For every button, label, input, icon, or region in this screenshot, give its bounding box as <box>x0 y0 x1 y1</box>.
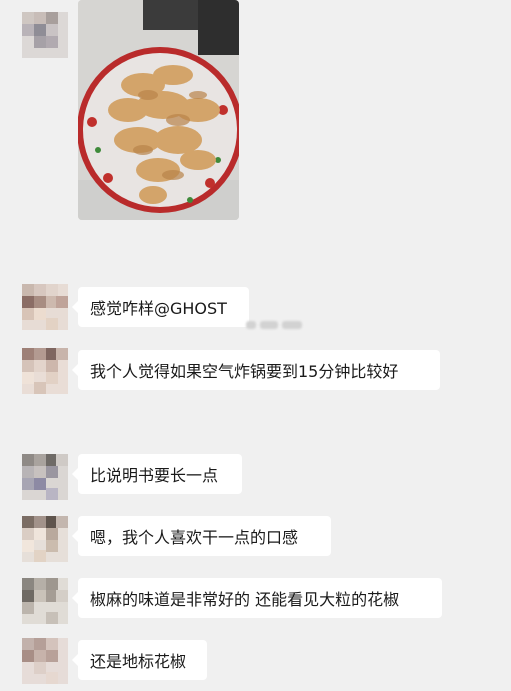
avatar[interactable] <box>22 454 68 500</box>
avatar[interactable] <box>22 638 68 684</box>
blurred-mention <box>246 319 302 331</box>
pixelated-avatar-image <box>22 454 68 500</box>
avatar[interactable] <box>22 578 68 624</box>
message-bubble[interactable]: 我个人觉得如果空气炸锅要到15分钟比较好 <box>72 350 440 390</box>
avatar[interactable] <box>22 348 68 394</box>
fried-chicken-photo <box>78 0 239 220</box>
message-text: 感觉咋样@GHOST <box>90 299 227 318</box>
pixelated-avatar-image <box>22 578 68 624</box>
message-text: 我个人觉得如果空气炸锅要到15分钟比较好 <box>90 362 399 381</box>
pixelated-avatar-image <box>22 284 68 330</box>
message-bubble[interactable]: 比说明书要长一点 <box>72 454 242 494</box>
avatar[interactable] <box>22 12 68 58</box>
chat-message-list: 感觉咋样@GHOST 我个人觉得如果空气炸锅要到15分钟比较好 比说明书要长一点… <box>0 0 511 691</box>
message-text: 还是地标花椒 <box>90 652 187 671</box>
message-text: 比说明书要长一点 <box>90 466 219 485</box>
avatar[interactable] <box>22 516 68 562</box>
message-bubble[interactable]: 感觉咋样@GHOST <box>72 287 249 327</box>
message-bubble[interactable]: 还是地标花椒 <box>72 640 207 680</box>
pixelated-avatar-image <box>22 516 68 562</box>
message-text: 椒麻的味道是非常好的 还能看见大粒的花椒 <box>90 590 400 609</box>
pixelated-avatar-image <box>22 348 68 394</box>
pixelated-avatar-image <box>22 12 68 58</box>
message-bubble[interactable]: 嗯，我个人喜欢干一点的口感 <box>72 516 331 556</box>
pixelated-avatar-image <box>22 638 68 684</box>
message-bubble[interactable]: 椒麻的味道是非常好的 还能看见大粒的花椒 <box>72 578 442 618</box>
image-message[interactable] <box>78 0 239 220</box>
message-text: 嗯，我个人喜欢干一点的口感 <box>90 528 299 547</box>
avatar[interactable] <box>22 284 68 330</box>
